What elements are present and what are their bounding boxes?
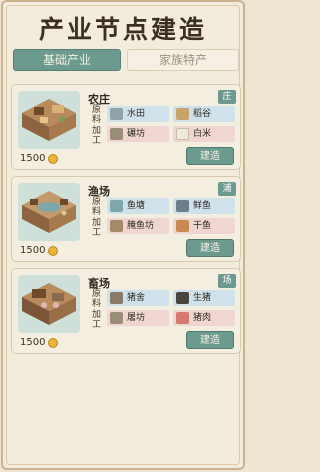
build-button[interactable]: 建造 [186,239,234,257]
process-product-label: 猪肉 [193,313,212,323]
raw-product-chip[interactable]: 生猪 [173,290,235,306]
pork-icon [176,312,189,324]
build-panel: 产业节点建造 基础产业 家族特产 1500 农庄 庄 原料 加工 水田 稻谷 碾… [1,0,245,470]
process-facility-label: 腌鱼坊 [127,221,155,231]
live-pig-icon [176,292,189,304]
tab-basic-industry[interactable]: 基础产业 [13,49,121,71]
build-button[interactable]: 建造 [186,331,234,349]
rice-grain-icon [176,108,189,120]
cost-display: 1500 [20,153,59,164]
material-label: 原料 [92,289,102,309]
cost-display: 1500 [20,245,59,256]
industry-tag-badge: 场 [218,274,236,288]
raw-facility-label: 猪舍 [127,293,146,303]
tab-family-specialty[interactable]: 家族特产 [127,49,239,71]
raw-facility-label: 鱼塘 [127,201,146,211]
raw-product-chip[interactable]: 鲜鱼 [173,198,235,214]
cost-display: 1500 [20,337,59,348]
industry-tag-badge: 浦 [218,182,236,196]
dried-fish-icon [176,220,189,232]
butchery-icon [110,312,123,324]
fishery-thumbnail [18,183,80,241]
paddy-field-icon [110,108,123,120]
industry-card-farm: 1500 农庄 庄 原料 加工 水田 稻谷 碾坊 白米 建造 [11,84,241,170]
process-facility-label: 碾坊 [127,129,146,139]
page-title: 产业节点建造 [38,15,207,44]
cost-value: 1500 [20,245,46,256]
process-facility-chip[interactable]: 碾坊 [107,126,169,142]
pigsty-icon [110,292,123,304]
cost-value: 1500 [20,337,46,348]
process-facility-chip[interactable]: 屠坊 [107,310,169,326]
salting-house-icon [110,220,123,232]
coin-icon [48,153,59,164]
mill-icon [110,128,123,140]
process-product-chip[interactable]: 猪肉 [173,310,235,326]
fish-pond-icon [110,200,123,212]
raw-facility-chip[interactable]: 鱼塘 [107,198,169,214]
industry-tag-badge: 庄 [218,90,236,104]
industry-card-fishery: 1500 渔场 浦 原料 加工 鱼塘 鲜鱼 腌鱼坊 干鱼 建造 [11,176,241,262]
raw-facility-label: 水田 [127,109,146,119]
raw-product-label: 生猪 [193,293,212,303]
build-button[interactable]: 建造 [186,147,234,165]
raw-facility-chip[interactable]: 猪舍 [107,290,169,306]
process-label: 加工 [92,126,102,146]
material-label: 原料 [92,105,102,125]
raw-facility-chip[interactable]: 水田 [107,106,169,122]
raw-product-chip[interactable]: 稻谷 [173,106,235,122]
material-label: 原料 [92,197,102,217]
white-rice-icon [176,128,189,140]
coin-icon [48,245,59,256]
process-product-label: 干鱼 [193,221,212,231]
category-tabs: 基础产业 家族特产 [13,49,239,71]
process-label: 加工 [92,310,102,330]
coin-icon [48,337,59,348]
livestock-thumbnail [18,275,80,333]
process-facility-chip[interactable]: 腌鱼坊 [107,218,169,234]
process-product-label: 白米 [193,129,212,139]
process-label: 加工 [92,218,102,238]
industry-card-livestock: 1500 畜场 场 原料 加工 猪舍 生猪 屠坊 猪肉 建造 [11,268,241,354]
process-facility-label: 屠坊 [127,313,146,323]
raw-product-label: 稻谷 [193,109,212,119]
fresh-fish-icon [176,200,189,212]
raw-product-label: 鲜鱼 [193,201,212,211]
farm-thumbnail [18,91,80,149]
cost-value: 1500 [20,153,46,164]
process-product-chip[interactable]: 白米 [173,126,235,142]
process-product-chip[interactable]: 干鱼 [173,218,235,234]
